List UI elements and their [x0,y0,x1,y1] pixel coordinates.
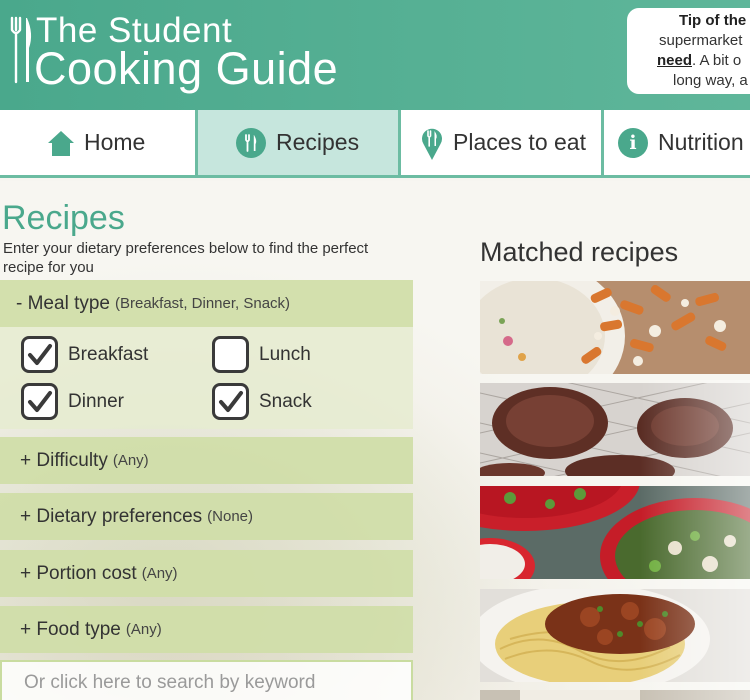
checkbox-lunch[interactable]: Lunch [212,336,311,373]
nav-item-places-to-eat[interactable]: Places to eat [401,110,604,175]
fork-knife-icon [236,127,266,158]
filter-meal-type-toggle[interactable]: - Meal type (Breakfast, Dinner, Snack) [0,280,413,327]
filter-hint: (Any) [125,621,162,638]
checkbox-dinner[interactable]: Dinner [21,383,124,420]
tip-text-line: supermarket [659,32,743,49]
tip-text-line: long way, a [673,72,748,89]
tip-link[interactable]: need [657,52,692,69]
stir-fry-bowls-image [480,486,750,579]
site-title-line2: Cooking Guide [34,43,339,94]
filter-label: + Difficulty [20,449,108,471]
filter-portion-cost-toggle[interactable]: + Portion cost (Any) [0,550,413,597]
filter-hint: (None) [207,508,254,525]
tip-of-the-day-box: Tip of the supermarket need. A bit o lon… [627,8,750,94]
checkbox-label: Snack [259,390,312,412]
recipe-thumbnail[interactable] [480,486,750,579]
recipe-thumbnail[interactable] [480,690,750,700]
matched-recipes-heading: Matched recipes [480,237,679,267]
tip-text-fragment: . A bit o [692,52,742,69]
filter-dietary-preferences-toggle[interactable]: + Dietary preferences (None) [0,493,413,540]
site-header: The Student Cooking Guide Tip of the sup… [0,0,750,110]
checkbox-checked-icon [21,383,58,420]
intro-text: Enter your dietary preferences below to … [3,240,369,276]
filter-hint: (Any) [112,452,149,469]
nav-item-home[interactable]: Home [0,110,198,175]
pasta-bake-image [480,281,750,374]
nav-item-label: Nutrition [658,129,744,155]
filter-difficulty-toggle[interactable]: + Difficulty (Any) [0,437,413,484]
filter-label: + Portion cost [20,562,137,584]
recipe-image-partial [480,690,750,700]
checkbox-checked-icon [212,383,249,420]
tip-text-line: need. A bit o [627,51,750,71]
filter-hint: (Breakfast, Dinner, Snack) [114,295,291,312]
meal-type-options: Breakfast Lunch Dinner Snack [0,327,413,429]
nav-item-recipes[interactable]: Recipes [198,110,401,175]
nav-item-label: Home [84,129,146,155]
checkbox-checked-icon [21,336,58,373]
filter-label: + Food type [20,618,121,640]
tip-heading: Tip of the [679,12,747,29]
checkbox-snack[interactable]: Snack [212,383,312,420]
recipe-thumbnail[interactable] [480,281,750,374]
spaghetti-bolognese-image [480,589,750,682]
checkbox-unchecked-icon [212,336,249,373]
filter-hint: (Any) [141,565,178,582]
chocolate-cookies-image [480,383,750,476]
filter-label: - Meal type [16,292,110,314]
checkbox-breakfast[interactable]: Breakfast [21,336,148,373]
filter-label: + Dietary preferences [20,505,203,527]
filter-food-type-toggle[interactable]: + Food type (Any) [0,606,413,653]
nav-item-label: Recipes [276,129,360,155]
page-title: Recipes [2,199,125,237]
recipe-thumbnail[interactable] [480,383,750,476]
nav-item-label: Places to eat [453,129,586,155]
checkbox-label: Dinner [68,390,124,412]
main-nav: Home Recipes Places to eat i Nutrition [0,110,750,178]
info-icon: i [618,127,648,158]
recipe-thumbnail[interactable] [480,589,750,682]
fork-knife-logo-icon [10,16,32,84]
nav-item-nutrition[interactable]: i Nutrition [604,110,750,175]
house-icon [48,130,74,156]
checkbox-label: Breakfast [68,343,149,365]
keyword-search-input[interactable] [0,660,413,700]
map-pin-fork-icon [422,128,442,160]
checkbox-label: Lunch [259,343,311,365]
